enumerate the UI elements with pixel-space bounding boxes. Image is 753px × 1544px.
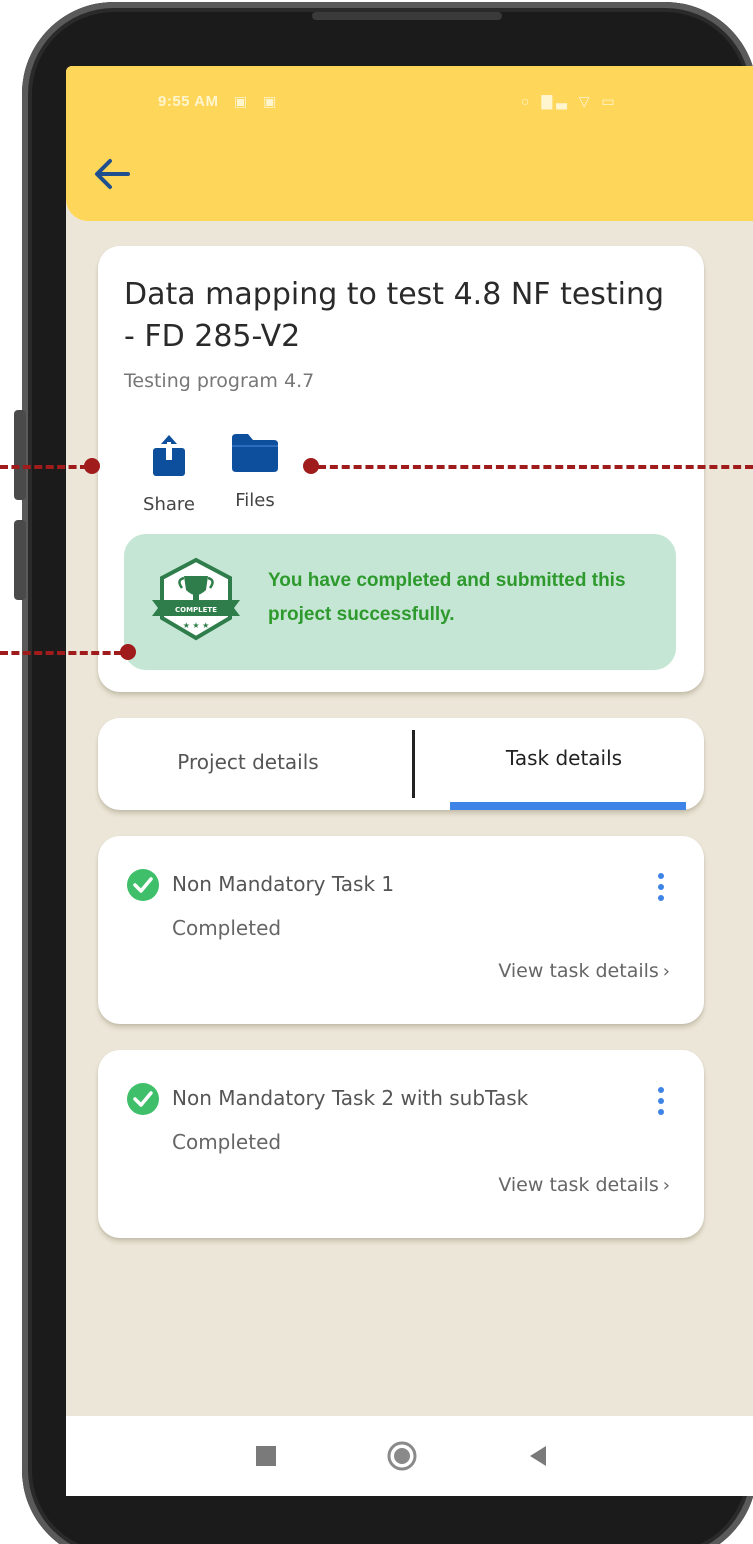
phone-earpiece: [312, 12, 502, 20]
task-menu-button[interactable]: [646, 1082, 676, 1122]
square-icon[interactable]: [256, 1446, 276, 1466]
callout-line: [0, 651, 122, 655]
share-button[interactable]: Share: [134, 432, 204, 515]
more-vertical-icon: [658, 1087, 664, 1115]
chevron-right-icon: ›: [662, 1175, 670, 1196]
triangle-back-icon: [530, 1446, 546, 1466]
tab-bar: Project details Task details: [98, 718, 704, 810]
task-name: Non Mandatory Task 1: [172, 872, 395, 896]
callout-dot: [84, 458, 100, 474]
system-status-icons: ○ ▇▃ ▽ ▭: [521, 93, 619, 109]
app-header: 9:55 AM ▣ ▣ ○ ▇▃ ▽ ▭: [66, 66, 753, 221]
tab-label: Project details: [177, 750, 319, 774]
callout-dot: [120, 644, 136, 660]
view-task-details-link[interactable]: View task details ›: [498, 960, 670, 982]
arrow-left-icon: [95, 159, 130, 189]
more-vertical-icon: [658, 873, 664, 901]
back-button[interactable]: [90, 154, 134, 194]
status-time: 9:55 AM: [158, 93, 219, 110]
chevron-right-icon: ›: [662, 961, 670, 982]
tab-label: Task details: [505, 746, 623, 770]
project-subtitle: Testing program 4.7: [124, 370, 315, 392]
view-task-details-link[interactable]: View task details ›: [498, 1174, 670, 1196]
completion-banner: COMPLETE ★ ★ ★ You have completed and su…: [124, 534, 676, 670]
system-back-button[interactable]: [526, 1440, 550, 1477]
home-button[interactable]: [386, 1440, 418, 1477]
task-menu-button[interactable]: [646, 868, 676, 908]
files-button[interactable]: Files: [220, 432, 290, 511]
task-card: Non Mandatory Task 1 Completed View task…: [98, 836, 704, 1024]
circle-icon: [387, 1441, 417, 1471]
project-card: Data mapping to test 4.8 NF testing - FD…: [98, 246, 704, 692]
volume-down-button: [14, 520, 26, 600]
view-task-details-label: View task details: [498, 960, 659, 982]
tab-project-details[interactable]: Project details: [98, 718, 398, 810]
check-circle-icon: [127, 1083, 159, 1115]
share-label: Share: [143, 494, 195, 515]
badge-text: COMPLETE: [175, 606, 217, 614]
complete-badge-icon: COMPLETE ★ ★ ★: [152, 557, 240, 641]
check-circle-icon: [127, 869, 159, 901]
completion-message: You have completed and submitted this pr…: [268, 570, 626, 625]
volume-up-button: [14, 410, 26, 500]
folder-icon: [232, 434, 278, 472]
task-name: Non Mandatory Task 2 with subTask: [172, 1086, 529, 1110]
status-bar: 9:55 AM ▣ ▣ ○ ▇▃ ▽ ▭: [66, 88, 753, 118]
callout-line: [0, 465, 88, 469]
files-label: Files: [235, 490, 275, 511]
phone-screen: 9:55 AM ▣ ▣ ○ ▇▃ ▽ ▭ Data mapping to tes…: [66, 66, 753, 1496]
system-nav-bar: [66, 1416, 753, 1496]
tab-task-details[interactable]: Task details: [414, 718, 714, 810]
task-status: Completed: [172, 1130, 282, 1154]
callout-line: [318, 465, 753, 469]
task-status: Completed: [172, 916, 282, 940]
svg-text:★ ★ ★: ★ ★ ★: [183, 621, 210, 630]
project-title: Data mapping to test 4.8 NF testing - FD…: [124, 277, 665, 354]
callout-dot: [303, 458, 319, 474]
notification-icons: ▣ ▣: [234, 93, 283, 109]
view-task-details-label: View task details: [498, 1174, 659, 1196]
task-card: Non Mandatory Task 2 with subTask Comple…: [98, 1050, 704, 1238]
share-icon: [153, 432, 185, 476]
active-tab-indicator: [450, 802, 686, 810]
